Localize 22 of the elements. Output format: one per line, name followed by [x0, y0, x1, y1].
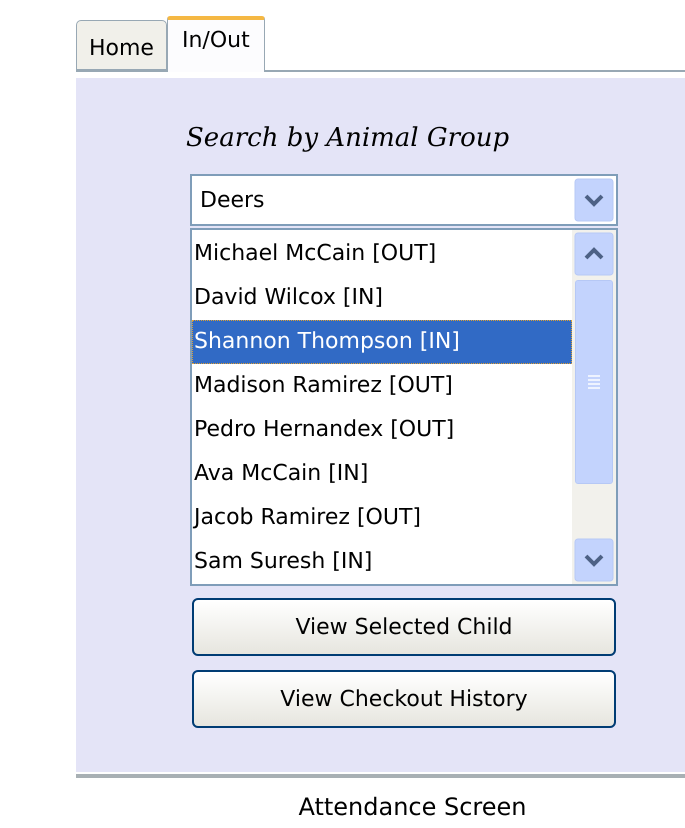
group-dropdown[interactable]: Deers	[190, 174, 618, 226]
scrollbar-thumb[interactable]	[575, 280, 613, 484]
chevron-down-icon[interactable]	[574, 538, 614, 582]
tab[interactable]: In/Out	[166, 16, 265, 72]
list-item[interactable]: Pedro Hernandex [OUT]	[192, 408, 572, 452]
list-item[interactable]: Ava McCain [IN]	[192, 452, 572, 496]
heading: Search by Animal Group	[186, 122, 510, 155]
list-item[interactable]: David Wilcox [IN]	[192, 276, 572, 320]
tab[interactable]: Home	[76, 20, 167, 70]
list-item[interactable]: Michael McCain [OUT]	[192, 232, 572, 276]
list-item[interactable]: Sam Suresh [IN]	[192, 540, 572, 584]
scrollbar[interactable]	[572, 230, 616, 584]
chevron-up-icon[interactable]	[574, 232, 614, 276]
list-item[interactable]: Jacob Ramirez [OUT]	[192, 496, 572, 540]
list-item[interactable]: Shannon Thompson [IN]	[192, 320, 572, 364]
action-button[interactable]: View Checkout History	[192, 670, 616, 728]
list-item[interactable]: Madison Ramirez [OUT]	[192, 364, 572, 408]
caption: Attendance Screen	[298, 792, 527, 822]
dropdown-value: Deers	[200, 186, 265, 214]
chevron-down-icon	[574, 178, 614, 222]
action-button[interactable]: View Selected Child	[192, 598, 616, 656]
grip-icon	[587, 374, 601, 390]
